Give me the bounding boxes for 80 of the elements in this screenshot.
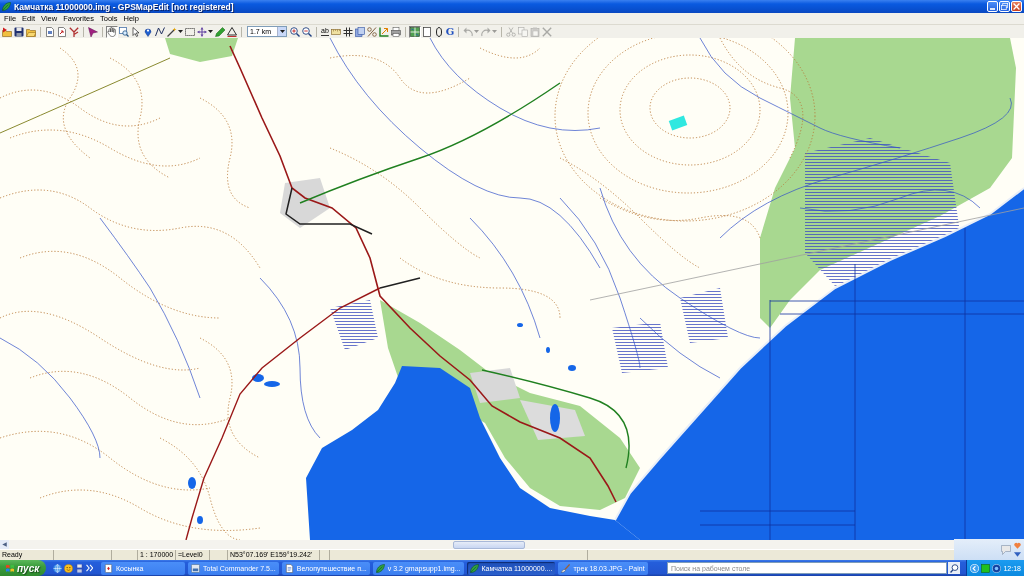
printer-icon <box>390 26 401 37</box>
caret-icon[interactable] <box>1014 552 1021 557</box>
scrollbar-thumb[interactable] <box>453 540 525 549</box>
toolbar-button[interactable] <box>154 25 166 38</box>
arrow-icon <box>378 26 389 37</box>
toolbar-button[interactable] <box>130 25 142 38</box>
close-button[interactable] <box>1011 1 1022 12</box>
toolbar-button[interactable] <box>196 25 214 38</box>
move-arrows-icon <box>197 26 207 37</box>
folder-icon <box>26 26 36 37</box>
restore-icon <box>1001 3 1008 10</box>
toolbar-button[interactable] <box>226 25 238 38</box>
left-arrow-icon <box>2 542 7 547</box>
wand-icon <box>167 26 177 37</box>
ruler-icon <box>330 26 341 37</box>
globe-icon[interactable] <box>53 563 62 573</box>
scissors-icon <box>506 26 517 37</box>
caret-icon <box>280 30 285 33</box>
map-icon <box>409 26 420 37</box>
document-icon <box>284 563 294 573</box>
copy-icon <box>518 26 529 37</box>
grid-icon <box>342 26 353 37</box>
caret-icon <box>208 30 213 33</box>
toolbar-button[interactable] <box>87 25 99 38</box>
dropdown-arrow-button[interactable] <box>277 27 286 36</box>
double-chevron-icon[interactable] <box>86 564 93 572</box>
toolbar-button[interactable] <box>408 25 421 38</box>
percent-icon <box>366 26 377 37</box>
zoom-out-icon <box>302 26 312 37</box>
document-icon <box>45 26 55 37</box>
toolbar-button[interactable] <box>106 25 118 38</box>
disc-icon[interactable] <box>992 563 1001 573</box>
zoom-rectangle-icon <box>119 26 129 37</box>
caret-icon <box>178 30 183 33</box>
search-icon <box>949 563 959 573</box>
polyline-icon <box>155 26 165 37</box>
minimize-button[interactable] <box>987 1 998 12</box>
toolbar-button[interactable]: G <box>444 25 456 38</box>
document-arrow-icon <box>57 26 67 37</box>
toolbar-button[interactable] <box>68 25 80 38</box>
page-icon <box>421 26 432 37</box>
leaf-icon <box>469 563 479 573</box>
pin-icon <box>143 26 153 37</box>
toolbar-button[interactable] <box>142 25 154 38</box>
zoom-in-icon <box>290 26 300 37</box>
layers-icon <box>354 26 365 37</box>
playing-card-icon <box>104 563 113 573</box>
hand-icon <box>107 26 117 37</box>
clipboard-icon <box>530 26 541 37</box>
scroll-left-button[interactable] <box>0 540 9 549</box>
undo-icon <box>463 26 474 37</box>
folder-arrow-icon <box>2 26 12 37</box>
triangle-icon <box>227 26 237 37</box>
cursor-icon <box>131 26 141 37</box>
caret-icon <box>474 30 480 33</box>
leaf-icon <box>375 563 385 573</box>
oval-icon <box>433 26 444 37</box>
drive-icon <box>191 563 200 573</box>
start-button[interactable]: пуск <box>0 560 46 576</box>
caret-icon <box>492 30 498 33</box>
flag-icon <box>5 563 15 573</box>
window-title: Камчатка 11000000.img - GPSMapEdit [not registered] <box>14 1 234 12</box>
smiley-icon[interactable] <box>64 563 73 573</box>
cross-icon <box>542 26 553 37</box>
pencil-icon <box>215 26 225 37</box>
marker-icon <box>88 26 98 37</box>
close-icon <box>1013 3 1020 10</box>
branch-icon <box>69 26 79 37</box>
search-button[interactable] <box>948 562 960 574</box>
toolbar-button[interactable] <box>420 25 433 38</box>
dashed-rectangle-icon <box>185 26 195 37</box>
leaf-icon <box>2 2 11 11</box>
redo-icon <box>481 26 492 37</box>
paint-brush-icon <box>561 563 571 573</box>
toolbar-button[interactable] <box>166 25 184 38</box>
minimize-icon <box>990 7 995 10</box>
chevron-circle-icon[interactable] <box>970 563 979 573</box>
restore-button[interactable] <box>999 1 1010 12</box>
toolbar-button[interactable] <box>341 25 354 38</box>
toolbar-button[interactable] <box>13 25 25 38</box>
